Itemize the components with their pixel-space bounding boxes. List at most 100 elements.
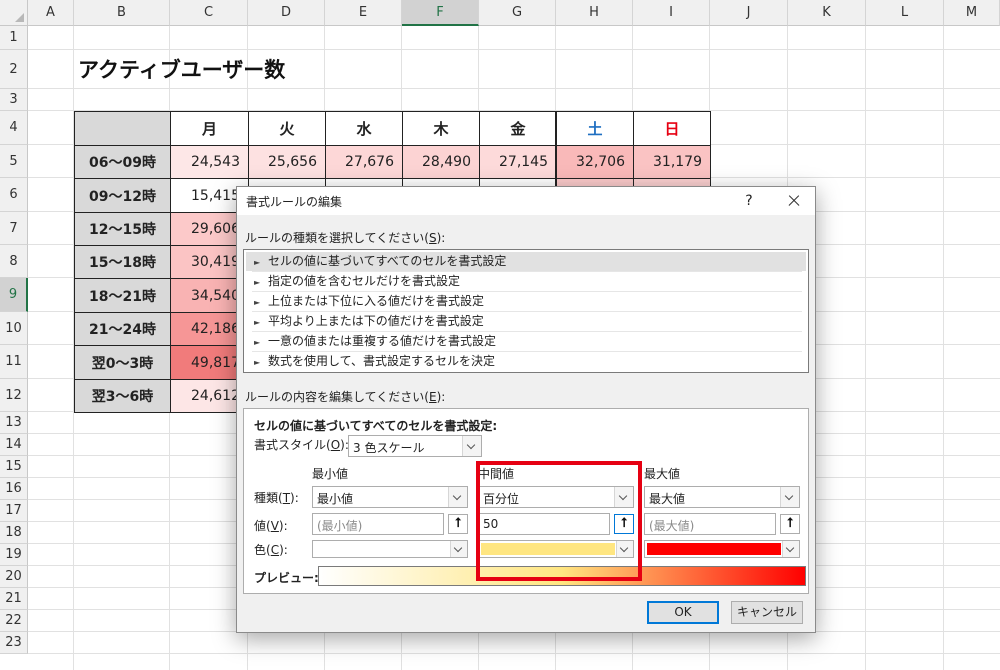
arrow-right-icon: ► bbox=[254, 318, 261, 327]
table-row-label[interactable]: 12〜15時 bbox=[74, 212, 171, 246]
row-header-14[interactable]: 14 bbox=[0, 434, 28, 456]
row-header-23[interactable]: 23 bbox=[0, 632, 28, 654]
column-header-b[interactable]: B bbox=[74, 0, 170, 26]
table-header-cell[interactable]: 金 bbox=[479, 111, 557, 146]
table-cell[interactable]: 31,179 bbox=[633, 145, 711, 179]
format-style-label: 書式スタイル(O): bbox=[254, 438, 349, 452]
grid-line bbox=[865, 26, 866, 670]
min-value-input[interactable]: (最小値) bbox=[312, 513, 444, 535]
table-header-cell[interactable]: 火 bbox=[248, 111, 326, 146]
dialog-title: 書式ルールの編集 bbox=[246, 195, 343, 209]
column-header-d[interactable]: D bbox=[248, 0, 325, 26]
list-separator bbox=[252, 351, 802, 352]
list-separator bbox=[252, 311, 802, 312]
min-header: 最小値 bbox=[312, 467, 349, 481]
table-row-label[interactable]: 翌3〜6時 bbox=[74, 379, 171, 413]
row-header-1[interactable]: 1 bbox=[0, 26, 28, 50]
table-row-label[interactable]: 翌0〜3時 bbox=[74, 345, 171, 380]
column-header-a[interactable]: A bbox=[28, 0, 74, 26]
column-header-g[interactable]: G bbox=[479, 0, 556, 26]
row-header-18[interactable]: 18 bbox=[0, 522, 28, 544]
min-color-swatch bbox=[315, 543, 449, 555]
rule-type-item[interactable]: ► 指定の値を含むセルだけを書式設定 bbox=[246, 272, 806, 291]
min-range-select-button[interactable]: ⭡ bbox=[448, 514, 468, 534]
list-separator bbox=[252, 291, 802, 292]
table-row-label[interactable]: 18〜21時 bbox=[74, 278, 171, 313]
table-row-label[interactable]: 06〜09時 bbox=[74, 145, 171, 179]
rule-type-item[interactable]: ► セルの値に基づいてすべてのセルを書式設定 bbox=[246, 252, 806, 271]
arrow-right-icon: ► bbox=[254, 278, 261, 287]
chevron-down-icon bbox=[450, 541, 467, 557]
column-header-m[interactable]: M bbox=[944, 0, 1000, 26]
rule-edit-label: ルールの内容を編集してください(E): bbox=[245, 390, 446, 404]
column-header-i[interactable]: I bbox=[633, 0, 710, 26]
row-header-11[interactable]: 11 bbox=[0, 345, 28, 379]
column-header-c[interactable]: C bbox=[170, 0, 248, 26]
select-all-button[interactable] bbox=[0, 0, 28, 26]
rule-type-item[interactable]: ► 平均より上または下の値だけを書式設定 bbox=[246, 312, 806, 331]
table-cell[interactable]: 27,676 bbox=[325, 145, 403, 179]
max-type-select[interactable]: 最大値 bbox=[644, 486, 800, 508]
table-header-cell[interactable]: 木 bbox=[402, 111, 480, 146]
column-header-k[interactable]: K bbox=[788, 0, 866, 26]
rule-type-label: 数式を使用して、書式設定するセルを決定 bbox=[268, 354, 496, 368]
table-cell[interactable]: 27,145 bbox=[479, 145, 557, 179]
arrow-right-icon: ► bbox=[254, 298, 261, 307]
table-header-cell[interactable]: 月 bbox=[170, 111, 249, 146]
row-header-8[interactable]: 8 bbox=[0, 245, 28, 278]
table-header-cell[interactable]: 土 bbox=[556, 111, 634, 146]
row-header-2[interactable]: 2 bbox=[0, 50, 28, 89]
chevron-down-icon bbox=[782, 541, 799, 557]
table-row-label[interactable]: 21〜24時 bbox=[74, 312, 171, 346]
row-header-5[interactable]: 5 bbox=[0, 145, 28, 178]
dialog-titlebar: 書式ルールの編集 ? bbox=[237, 187, 815, 215]
list-separator bbox=[252, 331, 802, 332]
format-style-select[interactable]: 3 色スケール bbox=[348, 435, 482, 457]
table-header-cell[interactable]: 水 bbox=[325, 111, 403, 146]
rule-type-item[interactable]: ► 一意の値または重複する値だけを書式設定 bbox=[246, 332, 806, 351]
table-cell[interactable]: 25,656 bbox=[248, 145, 326, 179]
row-header-7[interactable]: 7 bbox=[0, 212, 28, 245]
max-range-select-button[interactable]: ⭡ bbox=[780, 514, 800, 534]
row-header-22[interactable]: 22 bbox=[0, 610, 28, 632]
table-row-label[interactable]: 15〜18時 bbox=[74, 245, 171, 279]
rule-type-item[interactable]: ► 数式を使用して、書式設定するセルを決定 bbox=[246, 352, 806, 371]
ok-button[interactable]: OK bbox=[647, 601, 719, 624]
cancel-button[interactable]: キャンセル bbox=[731, 601, 803, 624]
help-button[interactable]: ? bbox=[737, 189, 761, 213]
min-type-select[interactable]: 最小値 bbox=[312, 486, 468, 508]
row-header-9[interactable]: 9 bbox=[0, 278, 28, 312]
row-header-15[interactable]: 15 bbox=[0, 456, 28, 478]
close-icon[interactable] bbox=[782, 189, 806, 213]
arrow-right-icon: ► bbox=[254, 358, 261, 367]
row-header-12[interactable]: 12 bbox=[0, 379, 28, 412]
table-row-label[interactable]: 09〜12時 bbox=[74, 178, 171, 213]
rule-type-list[interactable]: ► セルの値に基づいてすべてのセルを書式設定 ► 指定の値を含むセルだけを書式設定 ► 上… bbox=[243, 249, 809, 373]
row-header-4[interactable]: 4 bbox=[0, 111, 28, 145]
table-corner-cell[interactable] bbox=[74, 111, 171, 146]
min-color-picker[interactable] bbox=[312, 540, 468, 558]
row-header-19[interactable]: 19 bbox=[0, 544, 28, 566]
table-header-cell[interactable]: 日 bbox=[633, 111, 711, 146]
column-header-f[interactable]: F bbox=[402, 0, 479, 26]
grid-line bbox=[28, 88, 1000, 89]
row-header-21[interactable]: 21 bbox=[0, 588, 28, 610]
table-cell[interactable]: 32,706 bbox=[556, 145, 634, 179]
row-header-13[interactable]: 13 bbox=[0, 412, 28, 434]
column-header-l[interactable]: L bbox=[866, 0, 944, 26]
table-cell[interactable]: 28,490 bbox=[402, 145, 480, 179]
column-header-e[interactable]: E bbox=[325, 0, 402, 26]
row-header-3[interactable]: 3 bbox=[0, 89, 28, 111]
max-value-input[interactable]: (最大値) bbox=[644, 513, 776, 535]
table-cell[interactable]: 24,543 bbox=[170, 145, 249, 179]
rule-type-item[interactable]: ► 上位または下位に入る値だけを書式設定 bbox=[246, 292, 806, 311]
row-header-6[interactable]: 6 bbox=[0, 178, 28, 212]
max-color-picker[interactable] bbox=[644, 540, 800, 558]
row-header-17[interactable]: 17 bbox=[0, 500, 28, 522]
type-label: 種類(T): bbox=[254, 491, 299, 505]
column-header-j[interactable]: J bbox=[710, 0, 788, 26]
row-header-10[interactable]: 10 bbox=[0, 312, 28, 345]
row-header-16[interactable]: 16 bbox=[0, 478, 28, 500]
column-header-h[interactable]: H bbox=[556, 0, 633, 26]
row-header-20[interactable]: 20 bbox=[0, 566, 28, 588]
